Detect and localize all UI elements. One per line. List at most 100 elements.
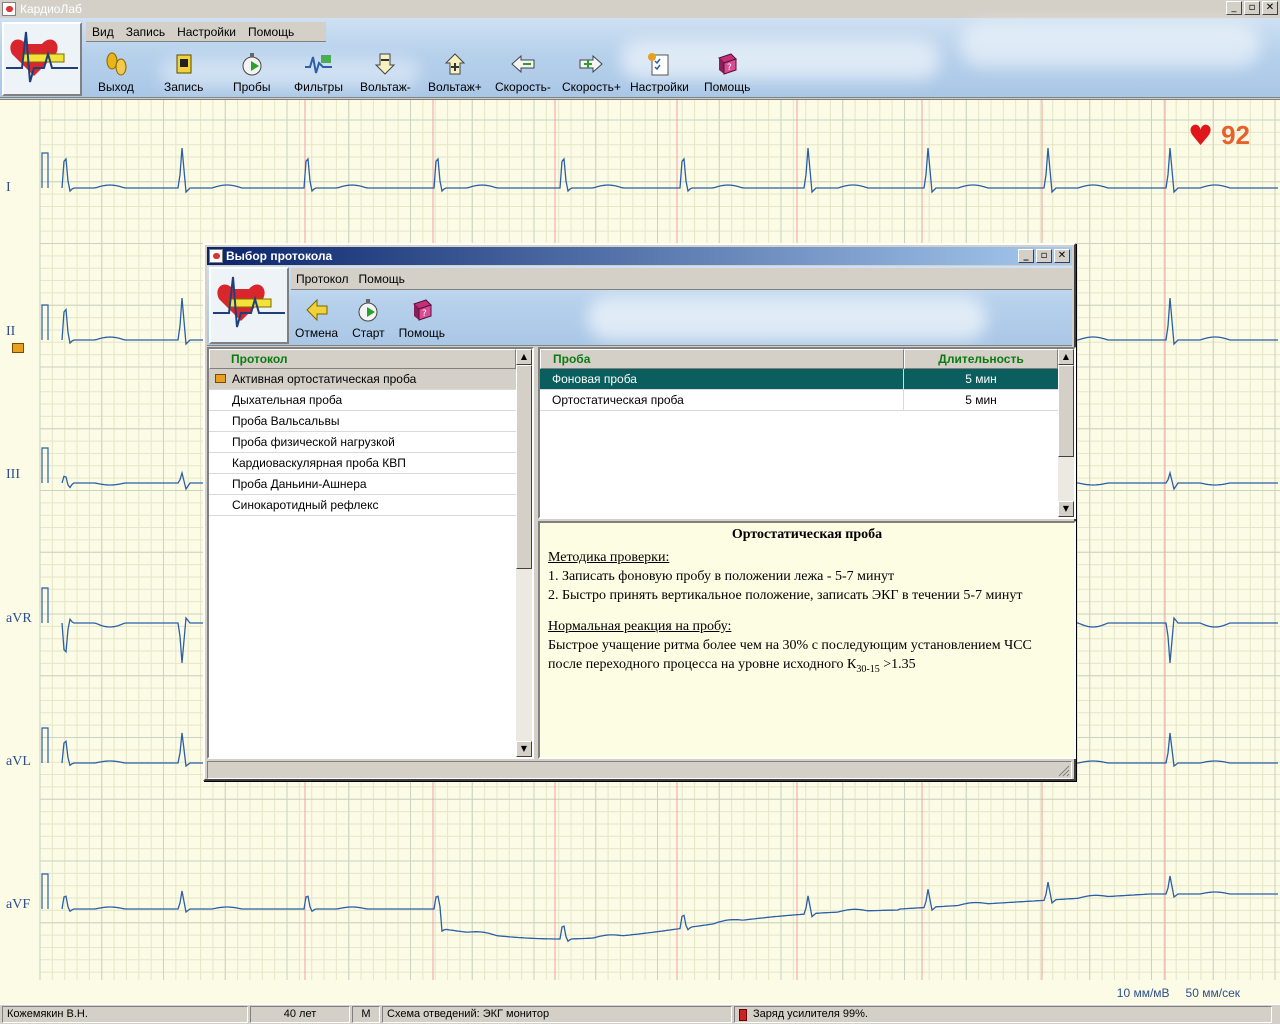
amplitude-scale: 10 мм/мВ bbox=[1116, 986, 1170, 1000]
protocol-row[interactable]: Проба Вальсальвы bbox=[209, 411, 516, 432]
dialog-menu: Протокол Помощь bbox=[291, 268, 1072, 290]
scroll-thumb[interactable] bbox=[516, 365, 532, 569]
stopwatch-start-icon bbox=[354, 296, 382, 324]
tests-button[interactable]: Пробы bbox=[233, 50, 270, 94]
protocol-row[interactable]: Кардиоваскулярная проба КВП bbox=[209, 453, 516, 474]
help-book-icon: ? bbox=[713, 50, 741, 78]
test-row-name[interactable]: Фоновая проба bbox=[540, 369, 904, 390]
window-title: КардиоЛаб bbox=[20, 2, 82, 16]
lead-label-I: I bbox=[6, 180, 11, 195]
dialog-title: Выбор протокола bbox=[226, 249, 333, 263]
tests-scrollbar[interactable]: ▲ ▼ bbox=[1058, 349, 1074, 517]
dialog-close-button[interactable]: ✕ bbox=[1054, 249, 1070, 263]
app-logo bbox=[2, 22, 82, 96]
protocol-list-header[interactable]: Протокол bbox=[209, 349, 516, 369]
dialog-help-button[interactable]: ? Помощь bbox=[399, 296, 445, 340]
description-title: Ортостатическая проба bbox=[731, 527, 883, 542]
protocol-dialog: Выбор протокола _ ▫ ✕ Протокол Помощь От… bbox=[203, 243, 1076, 781]
lead-label-III: III bbox=[6, 467, 20, 482]
normal-heading: Нормальная реакция на пробу: bbox=[548, 619, 732, 634]
tests-scroll-down-button[interactable]: ▼ bbox=[1058, 501, 1074, 517]
main-window: КардиоЛаб _ ▫ ✕ Вид Запись Настройки Пом… bbox=[0, 0, 1280, 1024]
restore-button[interactable]: ▫ bbox=[1244, 1, 1260, 15]
main-menu: Вид Запись Настройки Помощь bbox=[86, 22, 1280, 42]
status-sex: М bbox=[352, 1006, 380, 1023]
test-row-name[interactable]: Ортостатическая проба bbox=[540, 390, 904, 411]
lead-marker-icon bbox=[12, 343, 24, 353]
back-arrow-icon bbox=[303, 296, 331, 324]
speed-up-button[interactable]: Скорость+ bbox=[562, 50, 621, 94]
help-book-icon: ? bbox=[408, 296, 436, 324]
lead-label-aVR: aVR bbox=[6, 611, 32, 626]
status-age: 40 лет bbox=[250, 1006, 350, 1023]
close-button[interactable]: ✕ bbox=[1262, 1, 1278, 15]
exit-button[interactable]: Выход bbox=[98, 50, 134, 94]
lead-label-aVF: aVF bbox=[6, 897, 31, 912]
dialog-app-icon bbox=[209, 249, 223, 263]
menu-settings[interactable]: Настройки bbox=[171, 25, 242, 39]
dialog-menu-protocol[interactable]: Протокол bbox=[291, 272, 354, 286]
resize-grip-icon[interactable] bbox=[1058, 765, 1070, 777]
scale-info: 10 мм/мВ 50 мм/сек bbox=[1117, 986, 1240, 1000]
tests-scroll-up-button[interactable]: ▲ bbox=[1058, 349, 1074, 365]
status-scheme: Схема отведений: ЭКГ монитор bbox=[382, 1006, 732, 1023]
record-icon bbox=[170, 50, 198, 78]
scroll-up-button[interactable]: ▲ bbox=[516, 349, 532, 365]
status-bar: Кожемякин В.Н. 40 лет М Схема отведений:… bbox=[0, 1004, 1280, 1024]
footsteps-icon bbox=[102, 50, 130, 78]
voltage-down-icon bbox=[371, 50, 399, 78]
svg-text:?: ? bbox=[727, 63, 732, 73]
protocol-row[interactable]: Проба Даньини-Ашнера bbox=[209, 474, 516, 495]
protocol-row[interactable]: Проба физической нагрузкой bbox=[209, 432, 516, 453]
filter-icon bbox=[304, 50, 333, 78]
cancel-button[interactable]: Отмена bbox=[295, 296, 338, 340]
protocol-list-scrollbar[interactable]: ▲ ▼ bbox=[516, 349, 532, 757]
dialog-logo bbox=[209, 267, 289, 344]
start-button[interactable]: Старт bbox=[352, 296, 385, 340]
test-row-duration[interactable]: 5 мин bbox=[904, 390, 1058, 411]
dialog-toolbar: Протокол Помощь Отмена Старт ? Помощь bbox=[207, 266, 1072, 346]
tests-table: Проба Длительность Фоновая проба 5 мин Орт… bbox=[538, 347, 1076, 519]
app-icon bbox=[2, 2, 16, 16]
method-step-1: 1. Записать фоновую пробу в положении ле… bbox=[548, 569, 895, 584]
svg-text:?: ? bbox=[422, 309, 427, 319]
settings-checklist-icon bbox=[645, 50, 673, 78]
normal-text: Быстрое учащение ритма более чем на 30% … bbox=[548, 638, 1032, 675]
voltage-down-button[interactable]: Вольтаж- bbox=[360, 50, 411, 94]
test-row-duration[interactable]: 5 мин bbox=[904, 369, 1058, 390]
dialog-minimize-button[interactable]: _ bbox=[1018, 249, 1034, 263]
stopwatch-icon bbox=[238, 50, 266, 78]
protocol-list: Протокол Активная ортостатическая проба Д… bbox=[207, 347, 534, 759]
battery-icon bbox=[739, 1008, 747, 1021]
heart-icon: ♥ bbox=[1187, 118, 1214, 152]
speed-scale: 50 мм/сек bbox=[1185, 986, 1240, 1000]
speed-up-icon bbox=[577, 50, 605, 78]
settings-button[interactable]: Настройки bbox=[630, 50, 689, 94]
dialog-maximize-button[interactable]: ▫ bbox=[1036, 249, 1052, 263]
tests-header-name[interactable]: Проба bbox=[540, 349, 904, 369]
minimize-button[interactable]: _ bbox=[1226, 1, 1242, 15]
dialog-menu-help[interactable]: Помощь bbox=[354, 272, 410, 286]
lead-label-aVL: aVL bbox=[6, 754, 31, 769]
filters-button[interactable]: Фильтры bbox=[294, 50, 343, 94]
menu-help[interactable]: Помощь bbox=[242, 25, 300, 39]
dialog-status-bar bbox=[207, 761, 1072, 779]
protocol-row[interactable]: Дыхательная проба bbox=[209, 390, 516, 411]
voltage-up-icon bbox=[441, 50, 469, 78]
tests-header-duration[interactable]: Длительность bbox=[904, 349, 1058, 369]
menu-view[interactable]: Вид bbox=[86, 25, 120, 39]
test-description: Ортостатическая проба Методика проверки:… bbox=[538, 521, 1076, 759]
protocol-row[interactable]: Синокаротидный рефлекс bbox=[209, 495, 516, 516]
record-button[interactable]: Запись bbox=[164, 50, 203, 94]
tests-scroll-thumb[interactable] bbox=[1058, 365, 1074, 457]
method-heading: Методика проверки: bbox=[548, 550, 670, 565]
scroll-down-button[interactable]: ▼ bbox=[516, 741, 532, 757]
status-patient: Кожемякин В.Н. bbox=[2, 1006, 248, 1023]
help-button[interactable]: ? Помощь bbox=[704, 50, 750, 94]
heart-rate-indicator: ♥ 92 bbox=[1188, 120, 1250, 151]
speed-down-button[interactable]: Скорость- bbox=[495, 50, 551, 94]
protocol-row[interactable]: Активная ортостатическая проба bbox=[209, 369, 516, 390]
menu-record[interactable]: Запись bbox=[120, 25, 171, 39]
heart-rate-value: 92 bbox=[1221, 120, 1250, 150]
voltage-up-button[interactable]: Вольтаж+ bbox=[428, 50, 482, 94]
